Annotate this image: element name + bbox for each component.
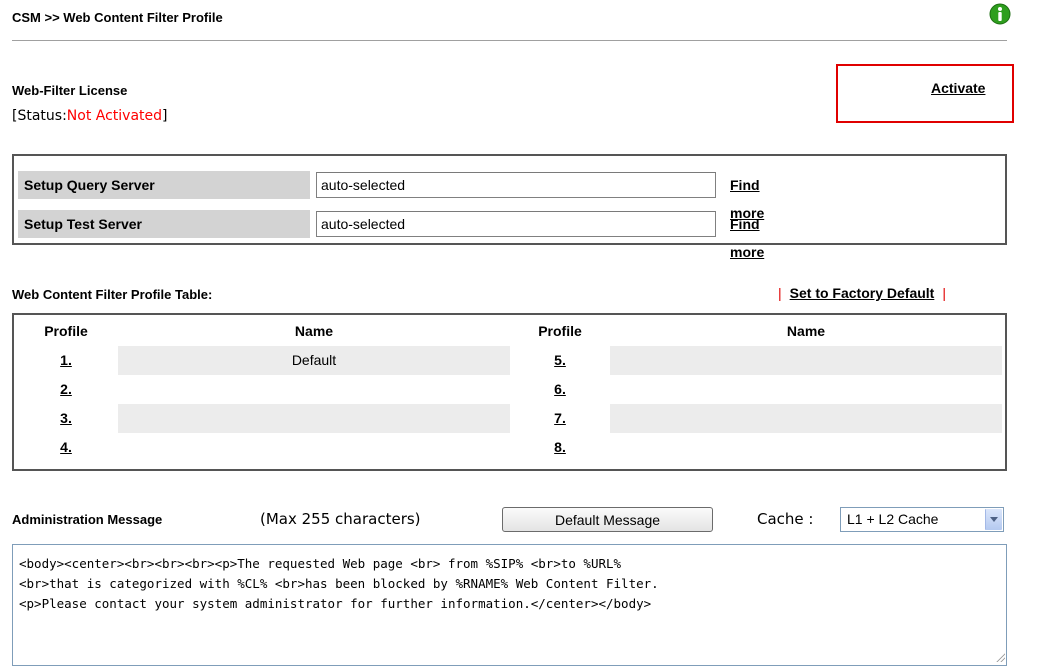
profile-table-caption: Web Content Filter Profile Table: [12, 287, 213, 302]
profile-link-2[interactable]: 2. [60, 381, 72, 397]
profile-table: Profile Name Profile Name 1. Default 5. … [12, 313, 1007, 471]
pipe-separator: | [942, 285, 946, 301]
activate-highlight-box [836, 64, 1014, 123]
cache-label: Cache : [757, 510, 814, 528]
test-server-label: Setup Test Server [18, 210, 310, 238]
table-row: 4. 8. [14, 433, 1005, 462]
profile-name-cell: Default [118, 346, 510, 375]
table-row: 3. 7. [14, 404, 1005, 433]
profile-name-cell [610, 433, 1002, 462]
profile-cell: 6. [510, 375, 610, 404]
resize-grip-icon[interactable] [995, 652, 1005, 662]
test-server-find-more-link[interactable]: Find more [730, 210, 764, 266]
pipe-separator: | [778, 285, 782, 301]
status-value: Not Activated [66, 108, 163, 124]
profile-cell: 2. [14, 375, 118, 404]
table-row: 2. 6. [14, 375, 1005, 404]
profile-link-6[interactable]: 6. [554, 381, 566, 397]
default-message-button[interactable]: Default Message [502, 507, 713, 532]
header-name-left: Name [294, 323, 334, 339]
header-name-right: Name [786, 323, 826, 339]
server-settings-box: Setup Query Server Find more Setup Test … [12, 154, 1007, 260]
cache-selected-value: L1 + L2 Cache [847, 511, 939, 527]
info-icon[interactable] [989, 3, 1011, 25]
profile-link-3[interactable]: 3. [60, 410, 72, 426]
license-title: Web-Filter License [12, 83, 128, 98]
profile-link-1[interactable]: 1. [60, 352, 72, 368]
license-status: [Status:Not Activated] [12, 108, 168, 124]
admin-message-textarea[interactable]: <body><center><br><br><br><p>The request… [12, 544, 1007, 666]
activate-link[interactable]: Activate [931, 80, 985, 96]
table-row: 1. Default 5. [14, 346, 1005, 375]
status-prefix: [Status: [12, 108, 67, 124]
profile-name-cell [610, 346, 1002, 375]
profile-name-cell [118, 433, 510, 462]
max-chars-hint: (Max 255 characters) [260, 510, 421, 528]
header-profile-right: Profile [538, 323, 582, 339]
profile-link-5[interactable]: 5. [554, 352, 566, 368]
profile-cell: 4. [14, 433, 118, 462]
profile-cell: 7. [510, 404, 610, 433]
profile-link-4[interactable]: 4. [60, 439, 72, 455]
query-server-input[interactable] [316, 172, 716, 198]
profile-name-cell [610, 404, 1002, 433]
title-divider [12, 40, 1007, 41]
profile-name-cell [118, 404, 510, 433]
profile-link-7[interactable]: 7. [554, 410, 566, 426]
query-server-label: Setup Query Server [18, 171, 310, 199]
page-title: CSM >> Web Content Filter Profile [12, 10, 223, 25]
status-suffix: ] [162, 108, 168, 124]
admin-message-label: Administration Message [12, 512, 163, 527]
factory-default-link[interactable]: Set to Factory Default [790, 285, 935, 301]
profile-link-8[interactable]: 8. [554, 439, 566, 455]
test-server-input[interactable] [316, 211, 716, 237]
profile-cell: 5. [510, 346, 610, 375]
profile-cell: 1. [14, 346, 118, 375]
profile-cell: 3. [14, 404, 118, 433]
table-header-row: Profile Name Profile Name [14, 317, 1005, 346]
profile-name-cell [118, 375, 510, 404]
profile-name-cell [610, 375, 1002, 404]
profile-cell: 8. [510, 433, 610, 462]
factory-default-wrap: | Set to Factory Default | [770, 285, 946, 301]
header-profile-left: Profile [44, 323, 88, 339]
chevron-down-icon[interactable] [985, 509, 1002, 530]
cache-select[interactable]: L1 + L2 Cache [840, 507, 1004, 532]
